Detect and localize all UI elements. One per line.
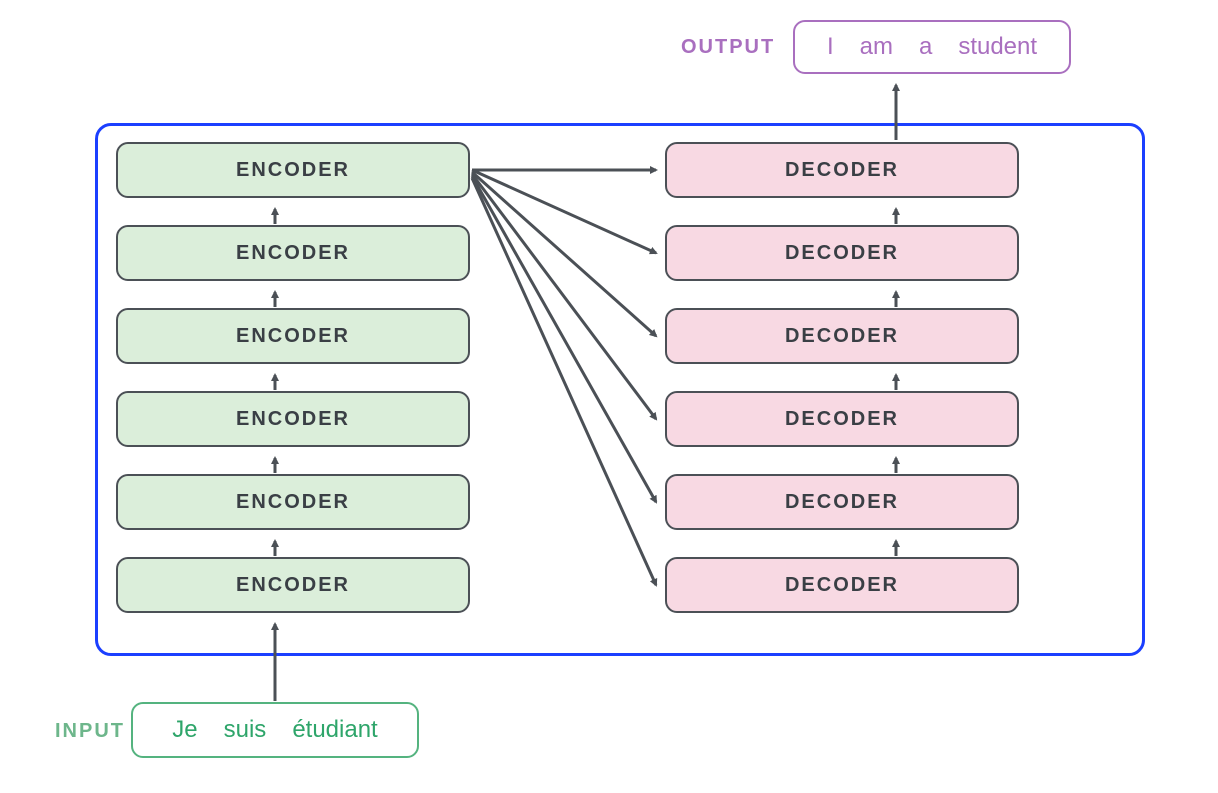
- input-token: Je: [172, 716, 197, 744]
- input-token: étudiant: [292, 716, 377, 744]
- decoder-block-5: DECODER: [665, 474, 1019, 530]
- encoder-block-2: ENCODER: [116, 225, 470, 281]
- encoder-block-1: ENCODER: [116, 142, 470, 198]
- diagram-canvas: OUTPUT I am a student ENCODER ENCODER EN…: [0, 0, 1218, 793]
- output-token: I: [827, 33, 834, 61]
- input-token-box: Je suis étudiant: [131, 702, 419, 758]
- encoder-block-4: ENCODER: [116, 391, 470, 447]
- decoder-block-2: DECODER: [665, 225, 1019, 281]
- output-label: OUTPUT: [681, 36, 775, 59]
- encoder-block-5: ENCODER: [116, 474, 470, 530]
- decoder-block-1: DECODER: [665, 142, 1019, 198]
- encoder-block-3: ENCODER: [116, 308, 470, 364]
- decoder-block-6: DECODER: [665, 557, 1019, 613]
- output-token: a: [919, 33, 932, 61]
- output-token: am: [860, 33, 893, 61]
- output-token: student: [958, 33, 1037, 61]
- output-token-box: I am a student: [793, 20, 1071, 74]
- input-label: INPUT: [55, 720, 125, 743]
- input-token: suis: [224, 716, 267, 744]
- encoder-block-6: ENCODER: [116, 557, 470, 613]
- decoder-block-3: DECODER: [665, 308, 1019, 364]
- decoder-block-4: DECODER: [665, 391, 1019, 447]
